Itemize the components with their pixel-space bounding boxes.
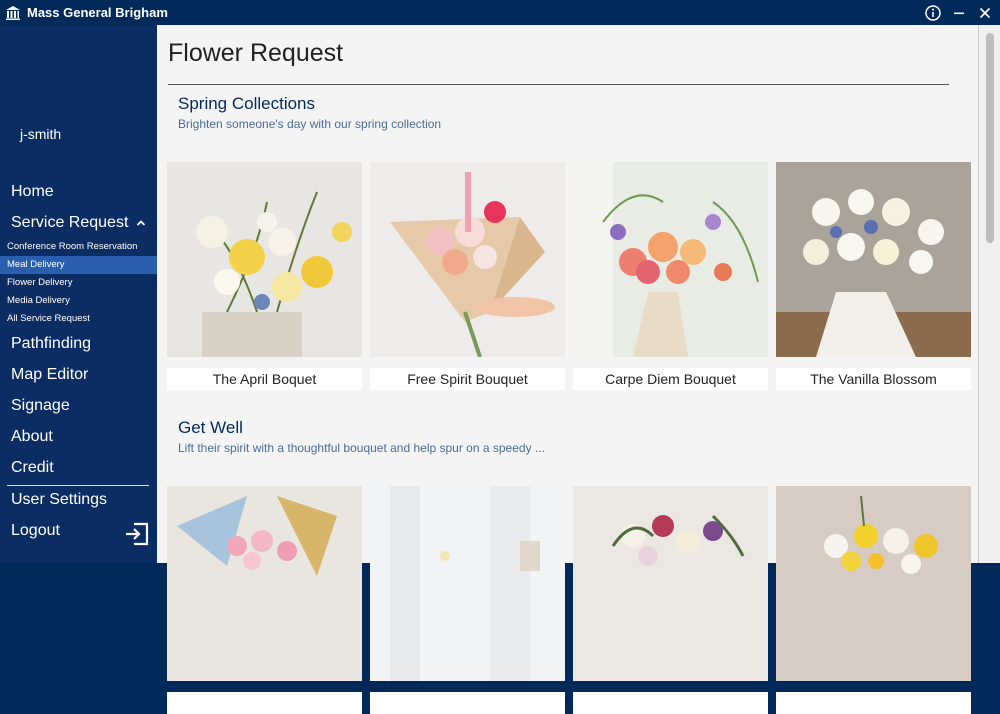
nav-about[interactable]: About (11, 428, 53, 446)
bouquet-image (776, 486, 971, 681)
nav-pathfinding[interactable]: Pathfinding (11, 335, 91, 353)
product-name (776, 692, 971, 714)
sub-item-meal-delivery[interactable]: Meal Delivery (0, 256, 157, 274)
page-title: Flower Request (168, 39, 344, 67)
product-card[interactable] (167, 486, 362, 714)
close-icon (979, 7, 991, 18)
sidebar: j-smith Home Service Request Conference … (0, 25, 157, 563)
close-button[interactable] (974, 0, 996, 25)
nav-service-request[interactable]: Service Request (11, 214, 146, 232)
product-name: The Vanilla Blossom (776, 368, 971, 390)
hospital-logo-icon (6, 5, 20, 20)
nav-signage[interactable]: Signage (11, 397, 70, 415)
nav-home[interactable]: Home (11, 183, 54, 201)
title-divider (168, 84, 949, 85)
bouquet-image (370, 162, 565, 358)
username: j-smith (20, 126, 62, 142)
product-name (167, 692, 362, 714)
product-card[interactable] (370, 486, 565, 714)
product-card[interactable]: Free Spirit Bouquet (370, 162, 565, 390)
chevron-up-icon (137, 220, 146, 226)
nav-service-request-label: Service Request (11, 214, 129, 231)
nav-credit[interactable]: Credit (11, 459, 54, 477)
product-card[interactable]: The Vanilla Blossom (776, 162, 971, 390)
product-name: Carpe Diem Bouquet (573, 368, 768, 390)
sub-item-media-delivery[interactable]: Media Delivery (0, 292, 157, 310)
info-button[interactable] (922, 0, 944, 25)
info-circle-icon (925, 4, 941, 21)
bouquet-image (573, 162, 768, 357)
nav-map-editor[interactable]: Map Editor (11, 366, 88, 384)
nav-logout[interactable]: Logout (11, 522, 60, 540)
bouquet-image (167, 486, 362, 681)
title-bar: Mass General Brigham (0, 0, 1000, 25)
sub-item-all-service-request[interactable]: All Service Request (0, 310, 157, 328)
bouquet-image (776, 162, 971, 357)
bouquet-image (370, 486, 565, 681)
main-content: Flower Request Spring Collections Bright… (157, 25, 978, 714)
product-card[interactable]: Carpe Diem Bouquet (573, 162, 768, 390)
product-name (370, 692, 565, 714)
sub-item-flower-delivery[interactable]: Flower Delivery (0, 274, 157, 292)
product-name: Free Spirit Bouquet (370, 368, 565, 390)
nav-user-settings[interactable]: User Settings (11, 491, 107, 509)
scrollbar-thumb[interactable] (986, 33, 994, 243)
sidebar-divider (7, 485, 149, 486)
bouquet-image (167, 162, 362, 357)
app-title: Mass General Brigham (27, 5, 168, 20)
section-subtitle-get-well: Lift their spirit with a thoughtful bouq… (178, 441, 545, 455)
sub-item-conference-room-reservation[interactable]: Conference Room Reservation (0, 238, 157, 256)
minimize-icon (954, 12, 964, 14)
product-card[interactable]: The April Boquet (167, 162, 362, 390)
bouquet-image (573, 486, 768, 681)
product-name: The April Boquet (167, 368, 362, 390)
vertical-scrollbar[interactable] (978, 25, 1000, 563)
section-title-get-well: Get Well (178, 418, 243, 437)
minimize-button[interactable] (948, 0, 970, 25)
product-card[interactable] (573, 486, 768, 714)
logout-icon[interactable] (124, 522, 150, 546)
section-title-spring: Spring Collections (178, 94, 316, 113)
product-card[interactable] (776, 486, 971, 714)
product-name (573, 692, 768, 714)
section-subtitle-spring: Brighten someone's day with our spring c… (178, 117, 442, 131)
